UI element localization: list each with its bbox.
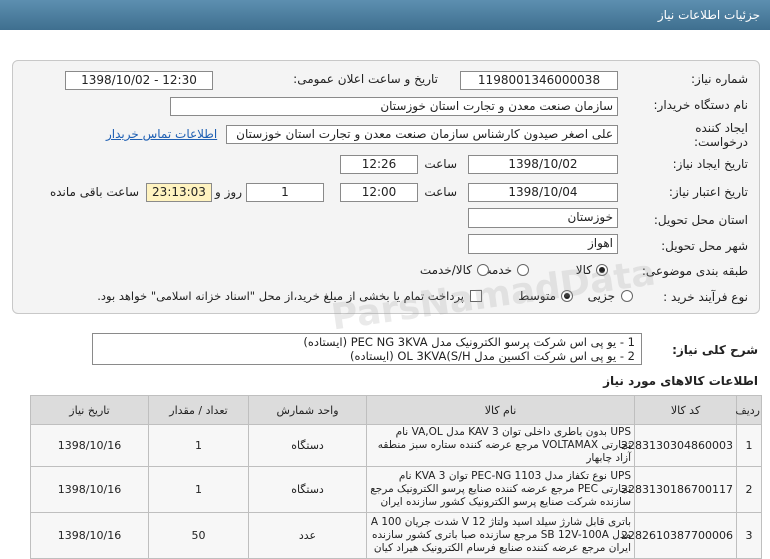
validity-time-label: ساعت [424,185,457,199]
page-title: جزئیات اطلاعات نیاز [657,8,760,22]
creator-label-line2: درخواست: [694,135,748,149]
row-index: 3 [736,512,762,559]
days-field[interactable]: 1 [246,183,324,202]
col-code: کد کالا [634,395,737,425]
goods-table-header: ردیف کد کالا نام کالا واحد شمارش تعداد /… [30,395,762,425]
buyer-field[interactable]: سازمان صنعت معدن و تجارت استان خوزستان [170,97,618,116]
category-radio-goods-service[interactable] [477,264,489,276]
buyer-label: نام دستگاه خریدار: [653,98,749,112]
days-label: روز و [215,185,242,199]
city-field[interactable]: اهواز [468,234,618,254]
need-number-field[interactable]: 1198001346000038 [460,71,618,90]
city-label: شهر محل تحویل: [661,239,748,253]
category-radio-service[interactable] [517,264,529,276]
row-unit: عدد [248,512,367,559]
table-row[interactable]: 3 2282610387700006 باتری قابل شارژ سیلد … [30,512,762,559]
row-date: 1398/10/16 [30,512,149,559]
process-option-minor: جزیی [587,289,615,303]
row-code: 2283130304860003 [621,424,737,467]
remaining-time-field: 23:13:03 [146,183,212,202]
announce-label: تاریخ و ساعت اعلان عمومی: [293,72,438,86]
process-radio-medium[interactable] [561,290,573,302]
process-radio-minor[interactable] [621,290,633,302]
description-line-2: 2 - یو پی اس شرکت اکسین مدل OL 3KVA(S/H … [349,349,635,363]
process-option-medium: متوسط [518,289,556,303]
row-code: 2283130186700117 [621,466,737,513]
row-name: UPS بدون باطری داخلی توان 3 KAV مدل VA,O… [366,424,635,467]
row-unit: دستگاه [248,424,367,467]
category-option-goods: کالا [575,263,592,277]
category-label: طبقه بندی موضوعی: [641,264,748,278]
row-unit: دستگاه [248,466,367,513]
validity-date-field[interactable]: 1398/10/04 [468,183,618,202]
col-date: تاریخ نیاز [30,395,149,425]
page-header: جزئیات اطلاعات نیاز [0,0,770,30]
col-qty: تعداد / مقدار [148,395,249,425]
remaining-label: ساعت باقی مانده [49,185,139,199]
description-line-1: 1 - یو پی اس شرکت پرسو الکترونیک مدل PEC… [303,335,635,349]
process-label: نوع فرآیند خرید : [663,290,748,304]
col-index: ردیف [735,395,762,425]
table-row[interactable]: 1 2283130304860003 UPS بدون باطری داخلی … [30,424,762,467]
goods-section-title: اطلاعات کالاهای مورد نیاز [603,374,758,388]
need-number-label: شماره نیاز: [691,72,748,86]
table-row[interactable]: 2 2283130186700117 UPS نوع تکفاز مدل PEC… [30,466,762,513]
row-index: 1 [736,424,762,467]
row-index: 2 [736,466,762,513]
category-option-goods-service: کالا/خدمت [419,263,472,277]
col-name: نام کالا [366,395,635,425]
row-date: 1398/10/16 [30,466,149,513]
create-date-label: تاریخ ایجاد نیاز: [672,157,748,171]
row-qty: 1 [148,424,249,467]
row-date: 1398/10/16 [30,424,149,467]
row-name: UPS نوع تکفاز مدل PEC-NG 1103 توان 3 KVA… [366,466,635,513]
category-radio-goods[interactable] [596,264,608,276]
creator-label-line1: ایجاد کننده [695,121,748,135]
goods-table: ردیف کد کالا نام کالا واحد شمارش تعداد /… [30,395,762,559]
create-time-field[interactable]: 12:26 [340,155,418,174]
validity-date-label: تاریخ اعتبار نیاز: [668,185,748,199]
creator-field[interactable]: علی اصغر صیدون کارشناس سازمان صنعت معدن … [226,125,618,144]
description-label: شرح کلی نیاز: [672,343,758,357]
province-field[interactable]: خوزستان [468,208,618,228]
announce-field[interactable]: 1398/10/02 - 12:30 [65,71,213,90]
row-qty: 50 [148,512,249,559]
treasury-payment-text: پرداخت تمام یا بخشی از مبلغ خرید،از محل … [97,289,464,303]
create-date-field[interactable]: 1398/10/02 [468,155,618,174]
row-qty: 1 [148,466,249,513]
treasury-checkbox[interactable] [470,290,482,302]
row-code: 2282610387700006 [621,512,737,559]
buyer-contact-link[interactable]: اطلاعات تماس خریدار [106,127,217,141]
row-name: باتری قابل شارژ سیلد اسید ولتاژ 12 V شدت… [366,512,635,559]
description-box: 1 - یو پی اس شرکت پرسو الکترونیک مدل PEC… [92,333,642,365]
create-time-label: ساعت [424,157,457,171]
validity-time-field[interactable]: 12:00 [340,183,418,202]
col-unit: واحد شمارش [248,395,367,425]
province-label: استان محل تحویل: [653,213,748,227]
